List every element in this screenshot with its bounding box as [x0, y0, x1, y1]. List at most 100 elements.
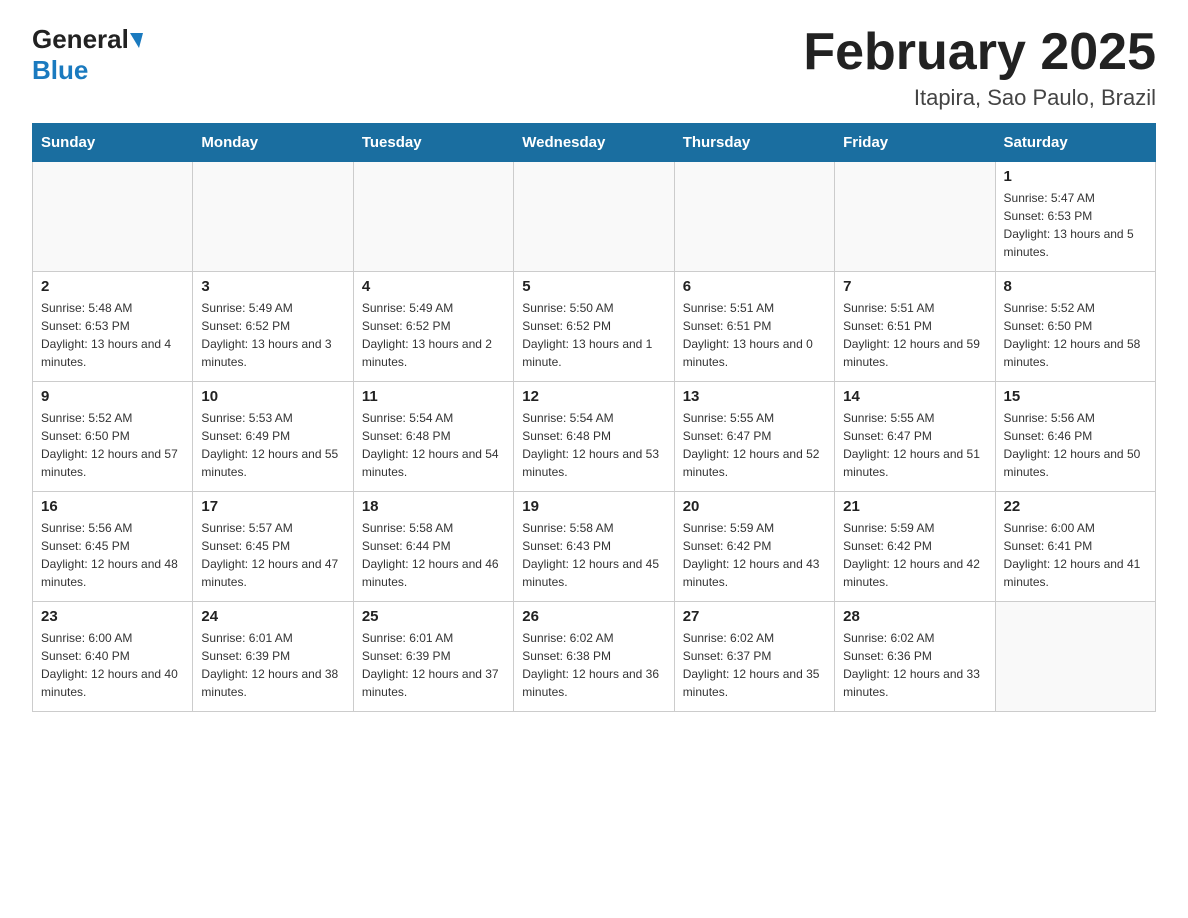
logo-arrow-icon	[130, 33, 143, 48]
day-number: 3	[201, 278, 344, 295]
logo: General Blue	[32, 24, 143, 86]
day-cell-w4-d2: 25 Sunrise: 6:01 AMSunset: 6:39 PMDayligh…	[353, 602, 513, 712]
day-info: Sunrise: 5:47 AMSunset: 6:53 PMDaylight:…	[1004, 189, 1147, 261]
day-cell-w3-d5: 21 Sunrise: 5:59 AMSunset: 6:42 PMDayligh…	[835, 492, 995, 602]
day-number: 6	[683, 278, 826, 295]
day-info: Sunrise: 5:59 AMSunset: 6:42 PMDaylight:…	[843, 519, 986, 591]
day-number: 26	[522, 608, 665, 625]
day-info: Sunrise: 6:02 AMSunset: 6:38 PMDaylight:…	[522, 629, 665, 701]
location-subtitle: Itapira, Sao Paulo, Brazil	[803, 85, 1156, 111]
day-info: Sunrise: 6:02 AMSunset: 6:37 PMDaylight:…	[683, 629, 826, 701]
day-cell-w0-d1	[193, 162, 353, 272]
day-number: 1	[1004, 168, 1147, 185]
day-number: 21	[843, 498, 986, 515]
day-number: 10	[201, 388, 344, 405]
day-cell-w4-d4: 27Sunrise: 6:02 AMSunset: 6:37 PMDayligh…	[674, 602, 834, 712]
day-info: Sunrise: 6:00 AMSunset: 6:41 PMDaylight:…	[1004, 519, 1147, 591]
day-info: Sunrise: 5:50 AMSunset: 6:52 PMDaylight:…	[522, 299, 665, 371]
day-info: Sunrise: 5:58 AMSunset: 6:43 PMDaylight:…	[522, 519, 665, 591]
day-cell-w2-d6: 15Sunrise: 5:56 AMSunset: 6:46 PMDayligh…	[995, 382, 1155, 492]
logo-general-text: General	[32, 24, 129, 55]
day-cell-w3-d4: 20 Sunrise: 5:59 AMSunset: 6:42 PMDayligh…	[674, 492, 834, 602]
day-cell-w0-d2	[353, 162, 513, 272]
day-number: 22	[1004, 498, 1147, 515]
week-row-1: 2 Sunrise: 5:48 AMSunset: 6:53 PMDaylight…	[33, 272, 1156, 382]
header-monday: Monday	[193, 124, 353, 162]
day-cell-w3-d3: 19Sunrise: 5:58 AMSunset: 6:43 PMDayligh…	[514, 492, 674, 602]
day-number: 25	[362, 608, 505, 625]
day-info: Sunrise: 5:48 AMSunset: 6:53 PMDaylight:…	[41, 299, 184, 371]
header-tuesday: Tuesday	[353, 124, 513, 162]
header-sunday: Sunday	[33, 124, 193, 162]
day-number: 17	[201, 498, 344, 515]
day-info: Sunrise: 5:55 AMSunset: 6:47 PMDaylight:…	[683, 409, 826, 481]
day-cell-w2-d4: 13 Sunrise: 5:55 AMSunset: 6:47 PMDayligh…	[674, 382, 834, 492]
week-row-4: 23 Sunrise: 6:00 AMSunset: 6:40 PMDayligh…	[33, 602, 1156, 712]
day-number: 20	[683, 498, 826, 515]
header-friday: Friday	[835, 124, 995, 162]
day-info: Sunrise: 5:54 AMSunset: 6:48 PMDaylight:…	[362, 409, 505, 481]
day-cell-w1-d6: 8Sunrise: 5:52 AMSunset: 6:50 PMDaylight…	[995, 272, 1155, 382]
page-header: General Blue February 2025 Itapira, Sao …	[32, 24, 1156, 111]
day-info: Sunrise: 5:55 AMSunset: 6:47 PMDaylight:…	[843, 409, 986, 481]
day-cell-w0-d5	[835, 162, 995, 272]
day-info: Sunrise: 6:00 AMSunset: 6:40 PMDaylight:…	[41, 629, 184, 701]
day-cell-w4-d1: 24 Sunrise: 6:01 AMSunset: 6:39 PMDayligh…	[193, 602, 353, 712]
day-cell-w1-d1: 3 Sunrise: 5:49 AMSunset: 6:52 PMDaylight…	[193, 272, 353, 382]
day-cell-w1-d5: 7 Sunrise: 5:51 AMSunset: 6:51 PMDaylight…	[835, 272, 995, 382]
header-thursday: Thursday	[674, 124, 834, 162]
day-cell-w3-d6: 22 Sunrise: 6:00 AMSunset: 6:41 PMDayligh…	[995, 492, 1155, 602]
header-saturday: Saturday	[995, 124, 1155, 162]
day-number: 16	[41, 498, 184, 515]
logo-blue-text: Blue	[32, 55, 88, 85]
day-cell-w3-d1: 17 Sunrise: 5:57 AMSunset: 6:45 PMDayligh…	[193, 492, 353, 602]
day-cell-w2-d1: 10 Sunrise: 5:53 AMSunset: 6:49 PMDayligh…	[193, 382, 353, 492]
day-cell-w4-d0: 23 Sunrise: 6:00 AMSunset: 6:40 PMDayligh…	[33, 602, 193, 712]
day-number: 9	[41, 388, 184, 405]
day-number: 4	[362, 278, 505, 295]
day-info: Sunrise: 6:02 AMSunset: 6:36 PMDaylight:…	[843, 629, 986, 701]
week-row-2: 9Sunrise: 5:52 AMSunset: 6:50 PMDaylight…	[33, 382, 1156, 492]
day-cell-w2-d2: 11 Sunrise: 5:54 AMSunset: 6:48 PMDayligh…	[353, 382, 513, 492]
day-number: 28	[843, 608, 986, 625]
day-info: Sunrise: 6:01 AMSunset: 6:39 PMDaylight:…	[201, 629, 344, 701]
calendar-table: Sunday Monday Tuesday Wednesday Thursday…	[32, 123, 1156, 712]
weekday-header-row: Sunday Monday Tuesday Wednesday Thursday…	[33, 124, 1156, 162]
week-row-3: 16 Sunrise: 5:56 AMSunset: 6:45 PMDayligh…	[33, 492, 1156, 602]
day-cell-w0-d6: 1 Sunrise: 5:47 AMSunset: 6:53 PMDaylight…	[995, 162, 1155, 272]
day-number: 24	[201, 608, 344, 625]
day-number: 7	[843, 278, 986, 295]
day-info: Sunrise: 5:49 AMSunset: 6:52 PMDaylight:…	[362, 299, 505, 371]
day-info: Sunrise: 5:56 AMSunset: 6:46 PMDaylight:…	[1004, 409, 1147, 481]
day-info: Sunrise: 5:51 AMSunset: 6:51 PMDaylight:…	[843, 299, 986, 371]
day-cell-w0-d3	[514, 162, 674, 272]
day-number: 2	[41, 278, 184, 295]
day-cell-w1-d3: 5Sunrise: 5:50 AMSunset: 6:52 PMDaylight…	[514, 272, 674, 382]
day-info: Sunrise: 5:54 AMSunset: 6:48 PMDaylight:…	[522, 409, 665, 481]
title-block: February 2025 Itapira, Sao Paulo, Brazil	[803, 24, 1156, 111]
day-number: 18	[362, 498, 505, 515]
day-cell-w2-d5: 14 Sunrise: 5:55 AMSunset: 6:47 PMDayligh…	[835, 382, 995, 492]
day-cell-w1-d2: 4 Sunrise: 5:49 AMSunset: 6:52 PMDaylight…	[353, 272, 513, 382]
day-cell-w2-d3: 12Sunrise: 5:54 AMSunset: 6:48 PMDayligh…	[514, 382, 674, 492]
day-cell-w3-d0: 16 Sunrise: 5:56 AMSunset: 6:45 PMDayligh…	[33, 492, 193, 602]
day-cell-w0-d0	[33, 162, 193, 272]
day-info: Sunrise: 5:52 AMSunset: 6:50 PMDaylight:…	[1004, 299, 1147, 371]
day-number: 13	[683, 388, 826, 405]
header-wednesday: Wednesday	[514, 124, 674, 162]
day-info: Sunrise: 5:49 AMSunset: 6:52 PMDaylight:…	[201, 299, 344, 371]
day-info: Sunrise: 5:51 AMSunset: 6:51 PMDaylight:…	[683, 299, 826, 371]
day-info: Sunrise: 5:56 AMSunset: 6:45 PMDaylight:…	[41, 519, 184, 591]
day-number: 14	[843, 388, 986, 405]
day-info: Sunrise: 5:57 AMSunset: 6:45 PMDaylight:…	[201, 519, 344, 591]
day-info: Sunrise: 5:53 AMSunset: 6:49 PMDaylight:…	[201, 409, 344, 481]
day-info: Sunrise: 6:01 AMSunset: 6:39 PMDaylight:…	[362, 629, 505, 701]
day-cell-w4-d6	[995, 602, 1155, 712]
day-number: 11	[362, 388, 505, 405]
day-cell-w0-d4	[674, 162, 834, 272]
day-cell-w1-d0: 2 Sunrise: 5:48 AMSunset: 6:53 PMDaylight…	[33, 272, 193, 382]
day-cell-w4-d5: 28 Sunrise: 6:02 AMSunset: 6:36 PMDayligh…	[835, 602, 995, 712]
day-info: Sunrise: 5:59 AMSunset: 6:42 PMDaylight:…	[683, 519, 826, 591]
day-number: 23	[41, 608, 184, 625]
day-cell-w2-d0: 9Sunrise: 5:52 AMSunset: 6:50 PMDaylight…	[33, 382, 193, 492]
